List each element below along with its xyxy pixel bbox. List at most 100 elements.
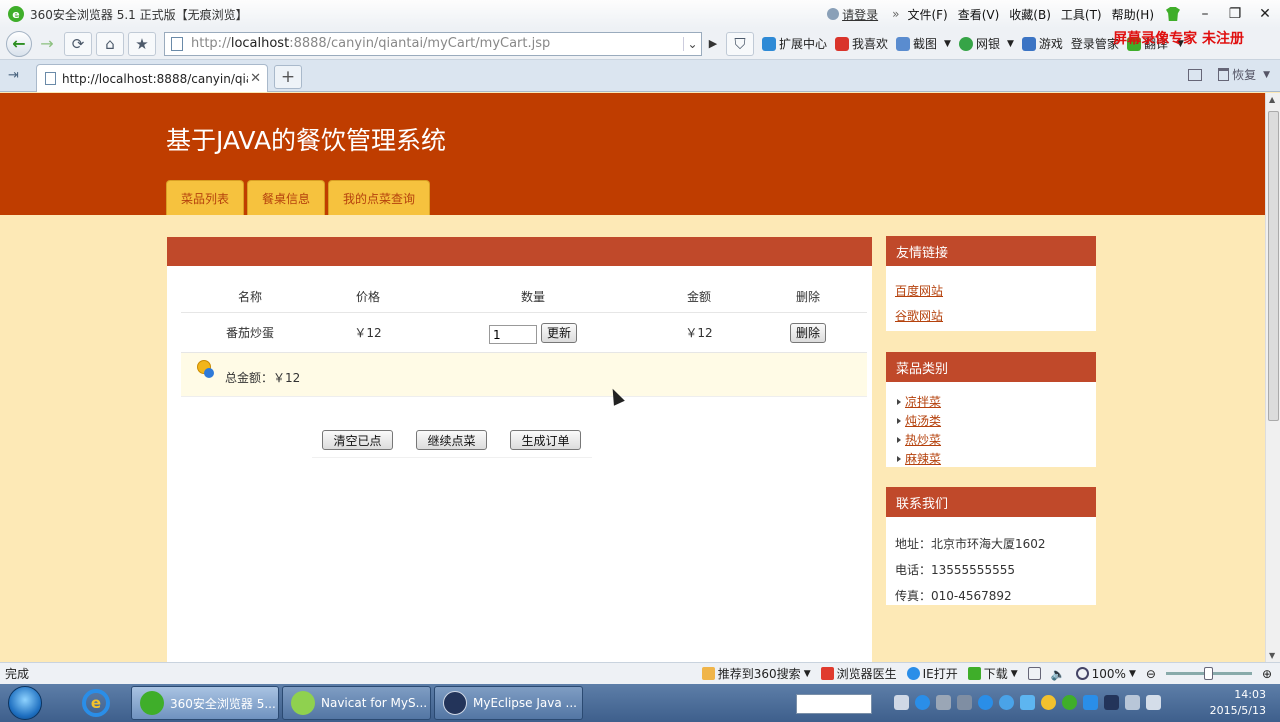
- tray-search-icon[interactable]: [915, 695, 930, 710]
- status-bar: 完成 推荐到360搜索 ▼ 浏览器医生 IE打开 下载 ▼ 🔈 100% ▼ ⊖ ⊕: [0, 662, 1280, 684]
- restore-button[interactable]: 恢复 ▼: [1218, 66, 1270, 83]
- tray-tool-icon[interactable]: [957, 695, 972, 710]
- create-order-button[interactable]: 生成订单: [510, 430, 581, 450]
- window-mode-icon[interactable]: [1027, 667, 1041, 680]
- speaker-icon[interactable]: 🔈: [1051, 667, 1066, 681]
- update-button[interactable]: 更新: [540, 322, 577, 343]
- category-stir-fry[interactable]: 热炒菜: [905, 431, 941, 448]
- menu-file[interactable]: 文件(F): [907, 6, 947, 23]
- clear-cart-button[interactable]: 清空已点: [322, 430, 393, 450]
- scroll-down-icon[interactable]: ▼: [1269, 651, 1275, 660]
- login-link[interactable]: 请登录: [827, 6, 878, 23]
- item-name: 番茄炒蛋: [225, 326, 274, 340]
- friend-links-box: 友情链接 百度网站 谷歌网站: [886, 236, 1096, 331]
- ext-login-manager[interactable]: 登录管家: [1071, 35, 1119, 52]
- tray-cloud-icon[interactable]: [1020, 695, 1035, 710]
- windows-taskbar: e 360安全浏览器 5... Navicat for MyS... MyEcl…: [0, 684, 1280, 722]
- ext-center[interactable]: 扩展中心: [762, 35, 827, 52]
- menu-favorites[interactable]: 收藏(B): [1009, 6, 1051, 23]
- site-header: 基于JAVA的餐饮管理系统 菜品列表 餐桌信息 我的点菜查询: [0, 93, 1265, 215]
- home-button[interactable]: ⌂: [96, 31, 124, 56]
- zoom-slider[interactable]: [1165, 667, 1252, 680]
- task-myeclipse[interactable]: MyEclipse Java ...: [434, 686, 583, 720]
- menu-tools[interactable]: 工具(T): [1061, 6, 1102, 23]
- nav-dish-list[interactable]: 菜品列表: [166, 180, 245, 215]
- ext-screenshot[interactable]: 截图 ▼: [896, 35, 951, 52]
- page-viewport: 基于JAVA的餐饮管理系统 菜品列表 餐桌信息 我的点菜查询 名称 价格 数量 …: [0, 93, 1265, 662]
- window-list-icon[interactable]: [1188, 68, 1203, 81]
- tray-keyboard-icon[interactable]: [894, 695, 909, 710]
- address-dropdown-icon[interactable]: ⌄: [683, 36, 701, 51]
- menu-help[interactable]: 帮助(H): [1112, 6, 1154, 23]
- go-button[interactable]: ▶: [702, 32, 724, 56]
- contact-fax: 传真：010-4567892: [895, 589, 1012, 603]
- new-tab-button[interactable]: +: [274, 65, 302, 89]
- category-spicy[interactable]: 麻辣菜: [905, 450, 941, 467]
- tray-volume-icon[interactable]: [1146, 695, 1161, 710]
- item-amount: ￥12: [685, 326, 713, 340]
- col-amount: 金额: [686, 290, 711, 304]
- ext-like[interactable]: 我喜欢: [835, 35, 888, 52]
- tray-globe-icon[interactable]: [999, 695, 1014, 710]
- browser-task-icon: [140, 691, 164, 715]
- col-delete: 删除: [795, 290, 820, 304]
- browser-tab[interactable]: http://localhost:8888/canyin/qia... ✕: [36, 64, 268, 92]
- zoom-level[interactable]: 100% ▼: [1075, 667, 1136, 681]
- link-baidu[interactable]: 百度网站: [895, 282, 1096, 299]
- navigation-toolbar: ← → ⟳ ⌂ ★ http://localhost:8888/canyin/q…: [0, 28, 1280, 60]
- recommend-360[interactable]: 推荐到360搜索 ▼: [701, 665, 811, 682]
- heart-icon: [835, 36, 850, 51]
- start-button[interactable]: [8, 686, 42, 720]
- ie-pinned-icon[interactable]: e: [82, 689, 110, 717]
- delete-button[interactable]: 删除: [789, 322, 826, 343]
- back-button[interactable]: ←: [6, 30, 32, 57]
- task-360-browser[interactable]: 360安全浏览器 5...: [131, 686, 279, 720]
- taskbar-clock[interactable]: 14:03 2015/5/13: [1210, 687, 1266, 719]
- forward-button[interactable]: →: [34, 31, 60, 57]
- tab-close-icon[interactable]: ✕: [250, 71, 261, 86]
- address-bar[interactable]: http://localhost:8888/canyin/qiantai/myC…: [164, 31, 702, 56]
- tray-qq-icon[interactable]: [1041, 695, 1056, 710]
- more-chevron-icon[interactable]: »: [892, 7, 899, 21]
- open-in-ie[interactable]: IE打开: [906, 665, 958, 682]
- zoom-out-button[interactable]: ⊖: [1146, 667, 1156, 681]
- quantity-input[interactable]: [488, 325, 537, 344]
- tray-ie-icon[interactable]: [978, 695, 993, 710]
- contact-title: 联系我们: [886, 487, 1096, 517]
- tray-360-icon[interactable]: [1062, 695, 1077, 710]
- skin-shirt-icon[interactable]: [1166, 7, 1180, 21]
- ext-games[interactable]: 游戏: [1021, 35, 1063, 52]
- menu-view[interactable]: 查看(V): [958, 6, 1000, 23]
- continue-ordering-button[interactable]: 继续点菜: [416, 430, 487, 450]
- ext-bank[interactable]: 网银 ▼: [958, 35, 1014, 52]
- scroll-thumb[interactable]: [1268, 111, 1279, 421]
- col-price: 价格: [355, 290, 380, 304]
- vertical-scrollbar[interactable]: ▲ ▼: [1265, 93, 1280, 662]
- category-soup[interactable]: 炖汤类: [905, 412, 941, 429]
- bullet-arrow-icon: [897, 436, 901, 443]
- shield-icon[interactable]: ⛉: [726, 31, 754, 56]
- tray-network-icon[interactable]: [936, 695, 951, 710]
- sidebar-toggle-icon[interactable]: ⇥: [8, 68, 24, 83]
- minimize-button[interactable]: –: [1190, 2, 1220, 26]
- nav-table-info[interactable]: 餐桌信息: [247, 180, 326, 215]
- link-google[interactable]: 谷歌网站: [895, 307, 1096, 324]
- zoom-in-button[interactable]: ⊕: [1262, 667, 1272, 681]
- close-window-button[interactable]: ✕: [1250, 2, 1280, 26]
- favorite-star-button[interactable]: ★: [128, 31, 156, 56]
- scroll-up-icon[interactable]: ▲: [1269, 95, 1275, 104]
- refresh-button[interactable]: ⟳: [64, 31, 92, 56]
- navicat-icon: [291, 691, 315, 715]
- zoom-slider-knob[interactable]: [1203, 667, 1213, 680]
- tray-eclipse-icon[interactable]: [1104, 695, 1119, 710]
- tray-display-icon[interactable]: [1125, 695, 1140, 710]
- browser-doctor[interactable]: 浏览器医生: [820, 665, 897, 682]
- taskbar-search-box[interactable]: [796, 694, 872, 714]
- tray-shield-icon[interactable]: [1083, 695, 1098, 710]
- nav-my-orders[interactable]: 我的点菜查询: [328, 180, 431, 215]
- downloads[interactable]: 下载 ▼: [967, 665, 1018, 682]
- maximize-button[interactable]: ❐: [1220, 2, 1250, 26]
- tab-title: http://localhost:8888/canyin/qia...: [62, 71, 248, 86]
- task-navicat[interactable]: Navicat for MyS...: [282, 686, 431, 720]
- category-cold-dish[interactable]: 凉拌菜: [905, 393, 941, 410]
